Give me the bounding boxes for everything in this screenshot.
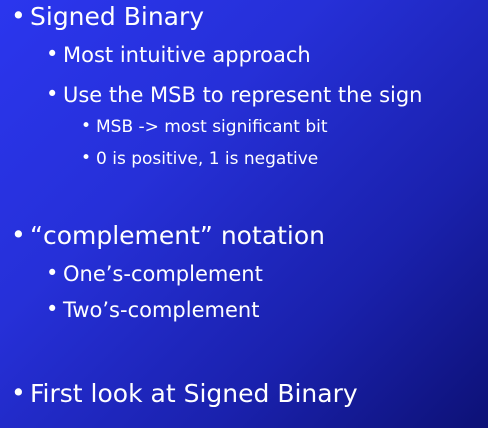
bullet-text: Use the MSB to represent the sign (63, 83, 423, 107)
bullet-icon: • (81, 116, 92, 136)
bullet-item-level1: • First look at Signed Binary (11, 379, 358, 408)
bullet-text: Most intuitive approach (63, 43, 311, 67)
bullet-item-level3: • MSB -> most significant bit (81, 117, 328, 137)
bullet-icon: • (81, 148, 92, 168)
bullet-item-level2: • Two’s-complement (46, 298, 260, 322)
bullet-item-level3: • 0 is positive, 1 is negative (81, 149, 319, 169)
bullet-text: “complement” notation (30, 221, 325, 250)
bullet-item-level2: • Most intuitive approach (46, 43, 311, 67)
slide: • Signed Binary • Most intuitive approac… (0, 0, 488, 428)
bullet-text: Two’s-complement (63, 298, 260, 322)
bullet-icon: • (11, 378, 26, 407)
bullet-text: MSB -> most significant bit (96, 117, 328, 137)
bullet-item-level1: • Signed Binary (11, 2, 205, 31)
bullet-text: One’s-complement (63, 262, 263, 286)
bullet-item-level2: • One’s-complement (46, 262, 263, 286)
bullet-icon: • (11, 1, 26, 30)
bullet-item-level1: • “complement” notation (11, 221, 325, 250)
bullet-icon: • (46, 297, 59, 321)
bullet-icon: • (46, 261, 59, 285)
bullet-icon: • (11, 220, 26, 249)
bullet-icon: • (46, 42, 59, 66)
bullet-text: First look at Signed Binary (30, 379, 358, 408)
bullet-text: Signed Binary (30, 2, 205, 31)
bullet-icon: • (46, 82, 59, 106)
bullet-text: 0 is positive, 1 is negative (96, 149, 319, 169)
bullet-item-level2: • Use the MSB to represent the sign (46, 83, 423, 107)
